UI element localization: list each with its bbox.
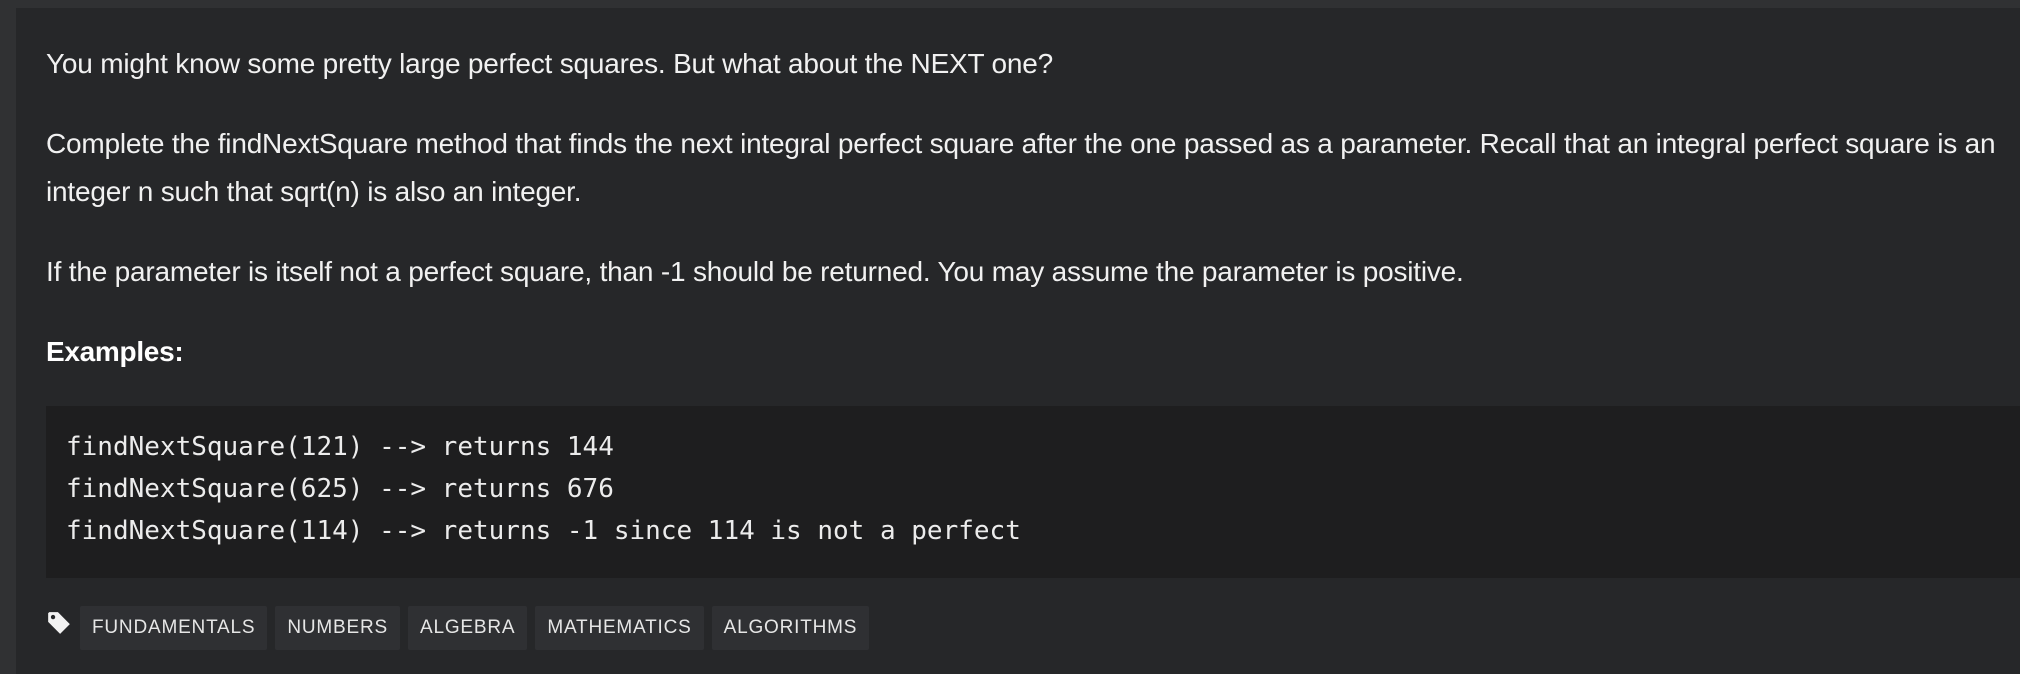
code-line: findNextSquare(625) --> returns 676 [66, 474, 614, 504]
description-paragraph-1: You might know some pretty large perfect… [46, 48, 1053, 79]
code-line: findNextSquare(121) --> returns 144 [66, 432, 614, 462]
kata-description-panel: You might know some pretty large perfect… [16, 8, 2020, 674]
tag-fundamentals[interactable]: FUNDAMENTALS [80, 606, 268, 650]
tag-numbers[interactable]: NUMBERS [275, 606, 400, 650]
description-paragraph-2: Complete the findNextSquare method that … [46, 128, 1996, 207]
tag-mathematics[interactable]: MATHEMATICS [535, 606, 704, 650]
tag-icon [46, 610, 72, 636]
tag-list: FUNDAMENTALS NUMBERS ALGEBRA MATHEMATICS… [46, 606, 877, 650]
tag-algebra[interactable]: ALGEBRA [407, 606, 528, 650]
description-paragraph-3: If the parameter is itself not a perfect… [46, 256, 1464, 287]
tag-algorithms[interactable]: ALGORITHMS [711, 606, 870, 650]
code-line: findNextSquare(114) --> returns -1 since… [66, 516, 1021, 546]
examples-heading: Examples: [46, 336, 184, 367]
code-example-block: findNextSquare(121) --> returns 144 find… [46, 406, 2020, 578]
